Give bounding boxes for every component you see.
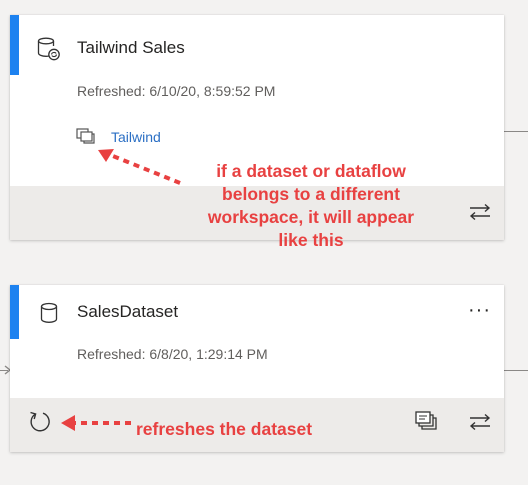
swap-icon[interactable] xyxy=(467,412,493,432)
card-accent-bar xyxy=(10,15,19,75)
refreshed-timestamp: Refreshed: 6/8/20, 1:29:14 PM xyxy=(77,346,268,362)
more-options-button[interactable]: ··· xyxy=(468,299,491,322)
annotation-refresh-note: refreshes the dataset xyxy=(136,419,313,439)
compare-icon[interactable] xyxy=(414,410,438,432)
swap-icon[interactable] xyxy=(467,202,493,222)
annotation-line: if a dataset or dataflow xyxy=(216,161,406,181)
annotation-workspace-note: if a dataset or dataflow belongs to a di… xyxy=(176,160,446,252)
annotation-arrow-refresh xyxy=(61,415,131,431)
annotation-arrow-workspace xyxy=(98,149,181,185)
workspace-link[interactable]: Tailwind xyxy=(111,129,161,145)
annotation-line: belongs to a different xyxy=(222,184,400,204)
connector-line-right-top xyxy=(504,131,528,132)
refresh-icon[interactable] xyxy=(27,409,53,435)
workspace-icon xyxy=(76,128,95,144)
card-title[interactable]: SalesDataset xyxy=(77,302,178,322)
connector-line-right-bottom xyxy=(504,370,528,371)
annotation-line: workspace, it will appear xyxy=(207,207,415,227)
card-accent-bar xyxy=(10,285,19,339)
refreshed-timestamp: Refreshed: 6/10/20, 8:59:52 PM xyxy=(77,83,276,99)
dataset-icon xyxy=(40,302,58,323)
annotation-line: like this xyxy=(278,230,344,250)
dataset-shared-icon xyxy=(37,37,60,61)
card-title[interactable]: Tailwind Sales xyxy=(77,38,185,58)
